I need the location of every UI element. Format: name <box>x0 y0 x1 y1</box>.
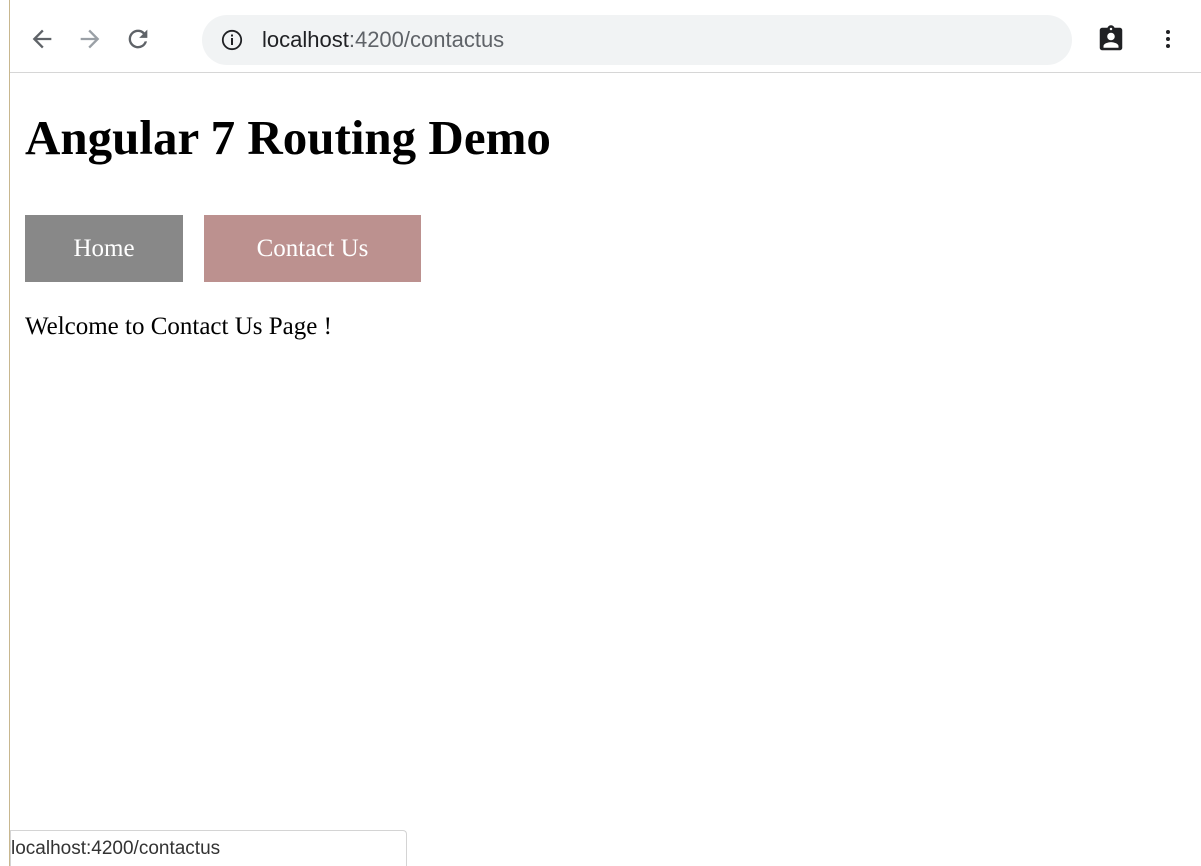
url-host: localhost <box>262 27 349 52</box>
reload-button[interactable] <box>120 21 156 57</box>
status-url: localhost:4200/contactus <box>11 837 221 859</box>
page-content: Angular 7 Routing Demo Home Contact Us W… <box>11 73 1201 866</box>
contact-us-button[interactable]: Contact Us <box>204 215 421 282</box>
forward-button[interactable] <box>72 21 108 57</box>
welcome-message: Welcome to Contact Us Page ! <box>25 313 332 340</box>
reload-icon <box>128 29 148 49</box>
info-icon[interactable] <box>220 28 244 52</box>
url-text[interactable]: localhost:4200/contactus <box>262 27 504 53</box>
clipboard-button[interactable] <box>1092 20 1130 58</box>
window-left-edge <box>0 0 10 866</box>
info-circle-icon <box>221 29 243 51</box>
kebab-menu-icon <box>1166 30 1170 48</box>
clipboard-icon <box>1099 25 1123 51</box>
home-button[interactable]: Home <box>25 215 183 282</box>
page-title: Angular 7 Routing Demo <box>25 110 551 165</box>
browser-menu-button[interactable] <box>1156 20 1180 58</box>
link-status-bubble: localhost:4200/contactus <box>10 830 407 866</box>
back-arrow-icon <box>32 29 52 49</box>
back-button[interactable] <box>24 21 60 57</box>
browser-toolbar: localhost:4200/contactus <box>10 0 1201 73</box>
url-path: :4200/contactus <box>348 27 505 52</box>
forward-arrow-icon <box>80 29 100 49</box>
address-bar[interactable]: localhost:4200/contactus <box>202 15 1072 65</box>
